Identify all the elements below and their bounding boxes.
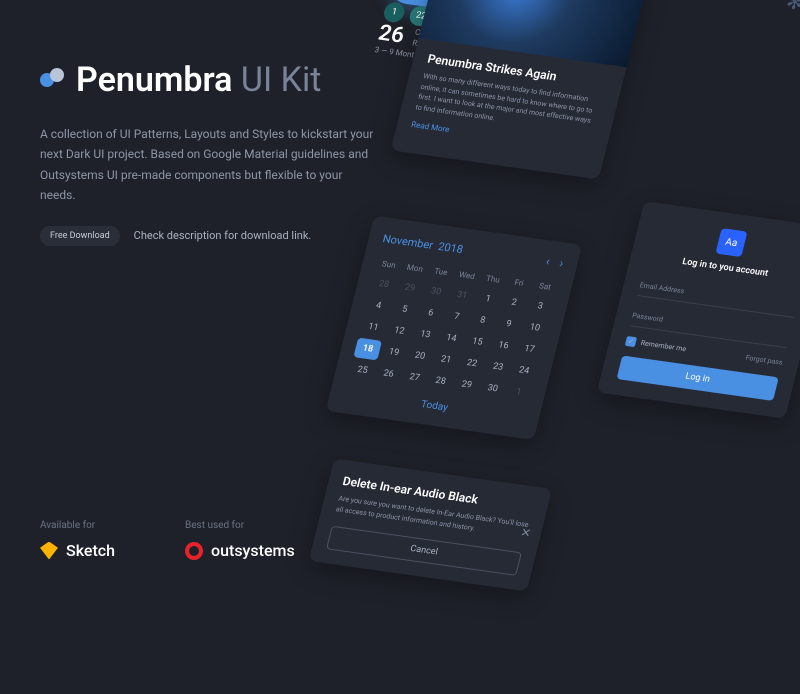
calendar-day[interactable]: 10 — [520, 317, 549, 340]
calendar-day[interactable]: 1 — [504, 381, 533, 404]
calendar-day[interactable]: 30 — [421, 280, 450, 303]
calendar-dow: Wed — [453, 266, 481, 286]
calendar-dow: Thu — [479, 269, 507, 289]
calendar-day[interactable]: 12 — [385, 320, 414, 343]
logo-icon — [40, 68, 64, 92]
calendar-prev[interactable]: ‹ — [545, 254, 552, 268]
calendar-day[interactable]: 30 — [478, 377, 507, 400]
calendar-dow: Tue — [427, 262, 455, 282]
calendar-dow: Sun — [375, 255, 403, 275]
calendar-day[interactable]: 25 — [348, 359, 377, 382]
login-app-icon: Aa — [715, 228, 747, 257]
calendar-day[interactable]: 5 — [390, 298, 419, 321]
calendar-day[interactable]: 19 — [379, 341, 408, 364]
calendar-day[interactable]: 23 — [484, 356, 513, 379]
sketch-brand: Sketch — [40, 541, 115, 560]
calendar-day[interactable]: 28 — [426, 370, 455, 393]
calendar-day[interactable]: 14 — [437, 327, 466, 350]
calendar-day[interactable]: 18 — [353, 338, 382, 361]
calendar-day[interactable]: 17 — [515, 338, 544, 361]
calendar-day[interactable]: 28 — [369, 273, 398, 296]
stat-value: 26 — [376, 21, 407, 49]
badge-count: 1 — [382, 1, 407, 23]
article-card: Penumbra Strikes Again With so many diff… — [391, 0, 649, 179]
sketch-icon — [40, 542, 58, 560]
login-card: Aa Log in to you account Email Address P… — [597, 201, 800, 419]
calendar-widget: November 2018 ‹ › SunMonTueWedThuFriSat2… — [326, 216, 583, 440]
title-suffix: UI Kit — [241, 60, 321, 100]
forgot-password-link[interactable]: Forgot pass — [745, 354, 784, 367]
available-for-label: Available for — [40, 520, 115, 531]
checkbox-icon: ✓ — [625, 336, 637, 347]
calendar-day[interactable]: 20 — [405, 345, 434, 368]
calendar-day[interactable]: 21 — [431, 349, 460, 372]
download-hint: Check description for download link. — [134, 229, 312, 242]
free-download-badge[interactable]: Free Download — [40, 226, 120, 246]
gear-icon: ✻ — [784, 0, 800, 15]
hero-description: A collection of UI Patterns, Layouts and… — [40, 124, 380, 206]
remember-me-checkbox[interactable]: ✓ Remember me — [625, 336, 687, 354]
calendar-day[interactable]: 26 — [374, 363, 403, 386]
calendar-day[interactable]: 27 — [400, 366, 429, 389]
calendar-day[interactable]: 4 — [364, 295, 393, 318]
calendar-day[interactable]: 9 — [494, 313, 523, 336]
calendar-dow: Mon — [401, 258, 429, 278]
calendar-day[interactable]: 16 — [489, 334, 518, 357]
calendar-day[interactable]: 29 — [452, 374, 481, 397]
calendar-day[interactable]: 6 — [416, 302, 445, 325]
calendar-dow: Sat — [531, 277, 559, 297]
outsystems-icon — [185, 542, 203, 560]
title-main: Penumbra — [76, 60, 232, 100]
calendar-day[interactable]: 13 — [411, 323, 440, 346]
calendar-day[interactable]: 22 — [457, 352, 486, 375]
close-icon[interactable]: ✕ — [519, 525, 532, 540]
calendar-day[interactable]: 29 — [395, 277, 424, 300]
calendar-day[interactable]: 24 — [510, 359, 539, 382]
calendar-day[interactable]: 8 — [468, 309, 497, 332]
calendar-day[interactable]: 7 — [442, 306, 471, 329]
calendar-day[interactable]: 15 — [463, 331, 492, 354]
calendar-day[interactable]: 3 — [526, 295, 555, 318]
delete-dialog: Delete In-ear Audio Black Are you sure y… — [309, 458, 552, 591]
calendar-day[interactable]: 2 — [500, 291, 529, 314]
calendar-next[interactable]: › — [558, 256, 565, 270]
calendar-day[interactable]: 31 — [448, 284, 477, 307]
calendar-dow: Fri — [505, 273, 533, 293]
page-title: Penumbra UI Kit — [76, 60, 321, 100]
calendar-day[interactable]: 11 — [359, 316, 388, 339]
calendar-month[interactable]: November 2018 — [381, 232, 464, 256]
calendar-day[interactable]: 1 — [474, 288, 503, 311]
